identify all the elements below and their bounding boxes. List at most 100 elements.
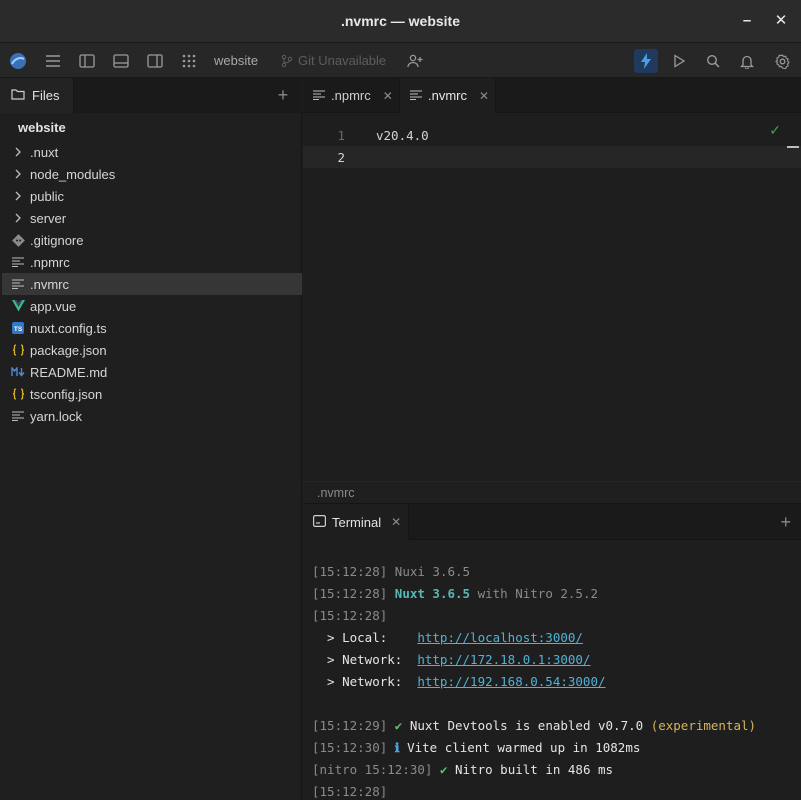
terminal-link[interactable]: http://localhost:3000/ — [417, 630, 583, 645]
terminal-link[interactable]: http://192.168.0.54:3000/ — [417, 674, 605, 689]
timestamp: [nitro 15:12:30] — [312, 762, 433, 777]
tree-item-label: README.md — [30, 364, 108, 380]
tree-item-gitignore[interactable]: .gitignore — [2, 229, 302, 251]
title-bar: .nvmrc — website – ✕ — [0, 0, 801, 43]
folder-icon — [11, 88, 25, 103]
code-area[interactable]: 1 v20.4.0 2 — [303, 124, 801, 168]
tree-item-label: yarn.lock — [30, 408, 83, 424]
app-logo-icon[interactable] — [7, 50, 29, 72]
terminal-text: (experimental) — [650, 718, 757, 733]
tree-item-node-modules[interactable]: node_modules — [2, 163, 302, 185]
tree-item-label: .npmrc — [30, 254, 70, 270]
terminal-text: Nitro built in 486 ms — [447, 762, 614, 777]
add-collaborator-icon[interactable] — [404, 50, 426, 72]
right-panel-icon[interactable] — [144, 50, 166, 72]
file-tree: .nuxt node_modules public server .gitign… — [2, 141, 302, 427]
tree-item-npmrc[interactable]: .npmrc — [2, 251, 302, 273]
terminal-link[interactable]: http://172.18.0.1:3000/ — [417, 652, 590, 667]
terminal-text: Nuxi 3.6.5 — [387, 564, 471, 579]
close-tab-icon[interactable]: ✕ — [391, 515, 401, 529]
tab-files-label: Files — [32, 88, 60, 103]
tree-item-label: package.json — [30, 342, 107, 358]
terminal-text: ℹ — [387, 740, 400, 755]
tab-terminal[interactable]: Terminal ✕ — [303, 504, 409, 540]
json-icon — [11, 387, 25, 401]
tree-item-yarn-lock[interactable]: yarn.lock — [2, 405, 302, 427]
tree-item-public[interactable]: public — [2, 185, 302, 207]
terminal-line: [15:12:28] Nuxi 3.6.5 — [312, 561, 797, 583]
code-line[interactable]: 1 v20.4.0 — [303, 124, 801, 146]
tree-item-server[interactable]: server — [2, 207, 302, 229]
file-explorer: Files + website .nuxt node_modules publi… — [0, 78, 302, 800]
terminal-line: [15:12:28] Nuxt 3.6.5 with Nitro 2.5.2 — [312, 583, 797, 605]
bell-icon[interactable] — [736, 50, 758, 72]
tree-item-label: .nvmrc — [30, 276, 69, 292]
project-name[interactable]: website — [214, 53, 258, 68]
vue-icon — [11, 299, 25, 313]
tree-item-app-vue[interactable]: app.vue — [2, 295, 302, 317]
code-line-current[interactable]: 2 — [303, 146, 801, 168]
terminal-text: Vite client warmed up in 1082ms — [399, 740, 641, 755]
menu-icon[interactable] — [42, 50, 64, 72]
scrollbar-marker[interactable] — [787, 146, 799, 148]
sidebar-tabs: Files + — [0, 78, 302, 113]
project-root[interactable]: website — [18, 120, 66, 135]
tree-item-label: app.vue — [30, 298, 77, 314]
text-file-icon — [410, 88, 422, 103]
terminal-line: > Network: http://192.168.0.54:3000/ — [312, 671, 797, 693]
terminal-output[interactable]: [15:12:28] Nuxi 3.6.5 [15:12:28] Nuxt 3.6… — [312, 561, 797, 800]
apps-grid-icon[interactable] — [178, 50, 200, 72]
tree-item-label: public — [30, 188, 64, 204]
tree-item-nuxt[interactable]: .nuxt — [2, 141, 302, 163]
bottom-panel-icon[interactable] — [110, 50, 132, 72]
minimize-button[interactable]: – — [738, 12, 756, 30]
text-file-icon — [313, 88, 325, 103]
tree-item-nvmrc[interactable]: .nvmrc — [2, 273, 302, 295]
timestamp: [15:12:28] — [312, 784, 388, 799]
line-number: 2 — [337, 150, 345, 165]
terminal-text: Nuxt Devtools is enabled v0.7.0 — [402, 718, 651, 733]
chevron-right-icon — [11, 211, 25, 225]
tab-nvmrc[interactable]: .nvmrc ✕ — [400, 78, 496, 113]
search-icon[interactable] — [702, 50, 724, 72]
terminal-line: [15:12:28] — [312, 781, 797, 800]
git-status: Git Unavailable — [298, 53, 387, 68]
json-icon — [11, 343, 25, 357]
timestamp: [15:12:28] — [312, 608, 388, 623]
markdown-icon — [11, 365, 25, 379]
close-tab-icon[interactable]: ✕ — [479, 89, 489, 103]
left-panel-icon[interactable] — [76, 50, 98, 72]
timestamp: [15:12:29] — [312, 718, 388, 733]
tab-label: .npmrc — [331, 88, 371, 103]
terminal-line: > Local: http://localhost:3000/ — [312, 627, 797, 649]
tree-item-package-json[interactable]: package.json — [2, 339, 302, 361]
terminal-text: with Nitro 2.5.2 — [470, 586, 598, 601]
editor-tabs: .npmrc ✕ .nvmrc ✕ — [303, 78, 801, 113]
new-terminal-button[interactable]: + — [780, 513, 791, 531]
terminal-line: [15:12:28] — [312, 605, 797, 627]
tab-npmrc[interactable]: .npmrc ✕ — [303, 78, 400, 113]
terminal-panel: Terminal ✕ + [15:12:28] Nuxi 3.6.5 [15:12… — [303, 503, 801, 800]
lightning-icon[interactable] — [634, 49, 658, 73]
terminal-line: [15:12:29] ✔ Nuxt Devtools is enabled v0… — [312, 715, 797, 737]
settings-gear-icon[interactable] — [771, 50, 793, 72]
run-icon[interactable] — [668, 50, 690, 72]
code-text[interactable]: v20.4.0 — [376, 128, 429, 143]
terminal-text: ✔ — [387, 718, 403, 733]
text-file-icon — [11, 409, 25, 423]
terminal-tabs: Terminal ✕ + — [303, 504, 801, 540]
tree-item-readme[interactable]: README.md — [2, 361, 302, 383]
tree-item-tsconfig[interactable]: tsconfig.json — [2, 383, 302, 405]
close-window-button[interactable]: ✕ — [772, 12, 790, 30]
close-tab-icon[interactable]: ✕ — [383, 89, 393, 103]
editor-pane: .npmrc ✕ .nvmrc ✕ 1 v20.4.0 2 ✓ .nvmrc — [303, 78, 801, 503]
tree-item-label: tsconfig.json — [30, 386, 103, 402]
new-file-button[interactable]: + — [274, 86, 292, 104]
tab-files[interactable]: Files — [0, 78, 74, 113]
chevron-right-icon — [11, 145, 25, 159]
git-icon — [11, 233, 25, 247]
terminal-text: > Network: — [312, 652, 418, 667]
tree-item-nuxt-config[interactable]: TS nuxt.config.ts — [2, 317, 302, 339]
toolbar: website Git Unavailable — [0, 43, 801, 78]
